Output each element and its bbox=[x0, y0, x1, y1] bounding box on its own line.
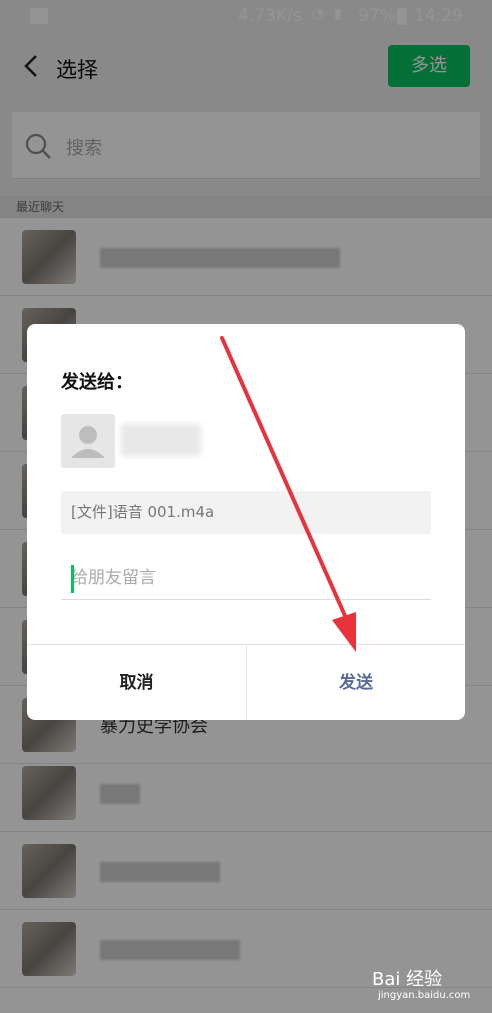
watermark-url: jingyan.baidu.com bbox=[378, 990, 471, 1001]
dialog-footer: 取消 发送 bbox=[27, 644, 465, 720]
blurred-recipient-name bbox=[121, 424, 201, 456]
message-input[interactable]: 给朋友留言 bbox=[61, 556, 431, 600]
send-dialog: 发送给： [文件]语音 001.m4a 给朋友留言 取消 发送 bbox=[27, 324, 465, 720]
cancel-button[interactable]: 取消 bbox=[27, 645, 246, 720]
recipient-avatar bbox=[61, 414, 115, 468]
dialog-title: 发送给： bbox=[61, 372, 133, 393]
file-preview: [文件]语音 001.m4a bbox=[61, 491, 431, 534]
watermark-logo: Bai 经验 bbox=[372, 969, 443, 990]
send-button[interactable]: 发送 bbox=[246, 645, 465, 720]
text-caret bbox=[71, 565, 74, 593]
person-icon bbox=[71, 426, 105, 458]
